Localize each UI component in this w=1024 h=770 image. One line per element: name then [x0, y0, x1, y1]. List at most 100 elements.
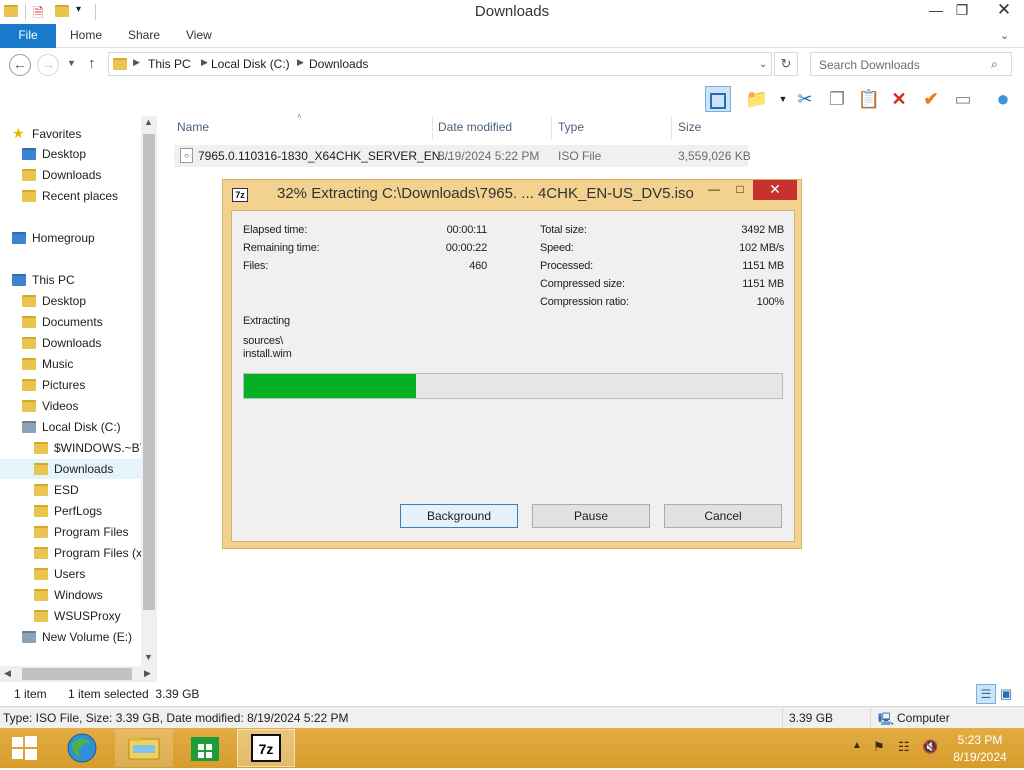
recent-locations-dropdown[interactable]: ▼ [67, 58, 76, 68]
delete-icon[interactable]: ✕ [886, 86, 912, 112]
nav-perflogs[interactable]: PerfLogs [0, 501, 141, 521]
breadcrumb-downloads[interactable]: Downloads [309, 57, 368, 71]
forward-button[interactable]: → [37, 54, 59, 76]
nav-fav-downloads[interactable]: Downloads [0, 165, 141, 185]
column-size[interactable]: Size [678, 120, 701, 134]
search-input[interactable]: Search Downloads ⌕ [810, 52, 1012, 76]
tab-view[interactable]: View [173, 24, 225, 48]
dialog-minimize-button[interactable]: — [701, 182, 727, 202]
nav-homegroup[interactable]: Homegroup [0, 228, 141, 248]
nav-downloads-selected[interactable]: Downloads [0, 459, 141, 479]
nav-this-pc[interactable]: This PC [0, 270, 141, 290]
action-center-icon[interactable]: ⚑ [873, 739, 885, 755]
action-label: Extracting [243, 315, 290, 327]
column-type[interactable]: Type [558, 120, 584, 134]
taskbar-file-explorer[interactable] [115, 729, 173, 767]
nav-fav-desktop[interactable]: Desktop [0, 144, 141, 164]
close-button[interactable]: ✕ [990, 0, 1018, 22]
search-icon[interactable]: ⌕ [991, 57, 998, 72]
breadcrumb-local-disk[interactable]: Local Disk (C:) [211, 57, 290, 71]
tab-home[interactable]: Home [57, 24, 115, 48]
properties-icon[interactable]: ▭ [950, 86, 976, 112]
breadcrumb-this-pc[interactable]: This PC [148, 57, 191, 71]
expand-ribbon-icon[interactable]: ⌄ [1000, 29, 1009, 42]
scroll-left-arrow-icon[interactable]: ◀ [4, 668, 11, 679]
nav-program-files[interactable]: Program Files [0, 522, 141, 542]
background-button[interactable]: Background [400, 504, 518, 528]
start-button[interactable] [2, 729, 60, 767]
folder-icon [34, 526, 48, 538]
breadcrumb-separator-icon[interactable]: ▶ [133, 57, 140, 68]
move-to-icon[interactable]: 📁 [744, 86, 770, 112]
dialog-maximize-button[interactable]: □ [727, 182, 753, 202]
nav-windows[interactable]: Windows [0, 585, 141, 605]
network-icon[interactable]: ● [990, 86, 1016, 112]
taskbar-store[interactable] [176, 729, 234, 767]
nav-scroll-thumb[interactable] [143, 134, 155, 610]
back-button[interactable]: ← [9, 54, 31, 76]
nav-new-volume[interactable]: New Volume (E:) [0, 627, 141, 647]
volume-icon[interactable]: 🔇 [922, 739, 938, 755]
file-size: 3,559,026 KB [678, 149, 751, 163]
column-name[interactable]: Name [177, 120, 209, 134]
window-title: Downloads [474, 3, 550, 20]
show-hidden-icons[interactable]: ▲ [852, 740, 862, 751]
nav-wsusproxy[interactable]: WSUSProxy [0, 606, 141, 626]
large-icons-view-icon[interactable]: ▣ [1000, 686, 1012, 702]
breadcrumb-separator-icon[interactable]: ▶ [201, 57, 208, 68]
nav-fav-recent[interactable]: Recent places [0, 186, 141, 206]
nav-esd[interactable]: ESD [0, 480, 141, 500]
nav-pc-videos[interactable]: Videos [0, 396, 141, 416]
column-divider[interactable] [671, 116, 672, 140]
taskbar: 7z ▲ ⚑ ☷ 🔇 5:23 PM 8/19/2024 [0, 728, 1024, 768]
scroll-down-arrow-icon[interactable]: ▼ [144, 652, 153, 662]
cut-icon[interactable]: ✂ [792, 86, 818, 112]
remaining-time-label: Remaining time: [243, 242, 320, 254]
taskbar-browser[interactable] [54, 729, 112, 767]
nav-hscroll-thumb[interactable] [22, 668, 132, 680]
taskbar-7zip[interactable]: 7z [237, 729, 295, 767]
nav-users[interactable]: Users [0, 564, 141, 584]
rename-icon[interactable]: ✔ [918, 86, 944, 112]
nav-favorites[interactable]: ★ Favorites [0, 123, 141, 143]
nav-pc-downloads[interactable]: Downloads [0, 333, 141, 353]
nav-pc-documents[interactable]: Documents [0, 312, 141, 332]
address-dropdown-icon[interactable]: ⌄ [759, 59, 767, 70]
network-tray-icon[interactable]: ☷ [898, 739, 910, 755]
tab-share[interactable]: Share [115, 24, 173, 48]
column-divider[interactable] [432, 116, 433, 140]
nav-pc-pictures[interactable]: Pictures [0, 375, 141, 395]
address-bar[interactable]: ▶ This PC ▶ Local Disk (C:) ▶ Downloads … [108, 52, 772, 76]
column-divider[interactable] [551, 116, 552, 140]
details-view-icon[interactable]: ☰ [976, 684, 996, 704]
nav-pc-music[interactable]: Music [0, 354, 141, 374]
file-row[interactable]: ○ 7965.0.110316-1830_X64CHK_SERVER_EN...… [174, 145, 751, 167]
restore-button[interactable]: ❐ [948, 0, 976, 22]
column-date-modified[interactable]: Date modified [438, 120, 512, 134]
divider [782, 707, 783, 728]
scroll-right-arrow-icon[interactable]: ▶ [144, 668, 151, 679]
nav-label: Desktop [42, 147, 87, 161]
minimize-button[interactable]: — [922, 0, 950, 22]
nav-label: Windows [54, 588, 103, 602]
clock-time[interactable]: 5:23 PM [948, 733, 1012, 747]
up-button[interactable]: ↑ [88, 55, 96, 72]
nav-windows-bt[interactable]: $WINDOWS.~BT [0, 438, 141, 458]
nav-local-disk[interactable]: Local Disk (C:) [0, 417, 141, 437]
nav-pc-desktop[interactable]: Desktop [0, 291, 141, 311]
dialog-close-button[interactable]: ✕ [753, 180, 797, 200]
title-bar: 🗎 ▾ Downloads — ❐ ✕ [0, 0, 1024, 24]
tab-file[interactable]: File [0, 24, 56, 48]
refresh-button[interactable]: ↻ [774, 52, 798, 76]
cancel-button[interactable]: Cancel [664, 504, 782, 528]
copy-icon[interactable]: ❐ [824, 86, 850, 112]
paste-icon[interactable]: 📋 [856, 86, 882, 112]
nav-label: $WINDOWS.~BT [54, 441, 141, 455]
scroll-up-arrow-icon[interactable]: ▲ [144, 117, 153, 127]
clock-date[interactable]: 8/19/2024 [948, 750, 1012, 764]
breadcrumb-separator-icon[interactable]: ▶ [297, 57, 304, 68]
nav-program-files-x86[interactable]: Program Files (x [0, 543, 141, 563]
pause-button[interactable]: Pause [532, 504, 650, 528]
preview-pane-icon[interactable] [705, 86, 731, 112]
files-value: 460 [469, 260, 487, 272]
